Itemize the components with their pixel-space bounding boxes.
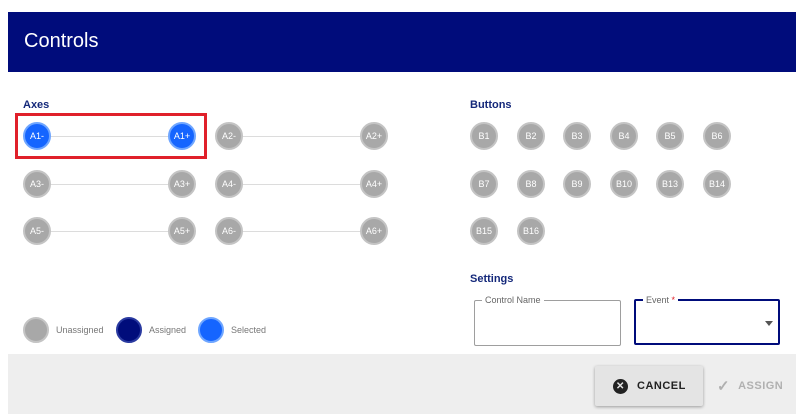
legend-selected-swatch — [198, 317, 224, 343]
axis-button-a4-plus[interactable]: A4+ — [360, 170, 388, 198]
button-b13[interactable]: B13 — [656, 170, 684, 198]
assign-button[interactable]: ✓ ASSIGN — [703, 366, 796, 406]
axis-button-a1-minus[interactable]: A1- — [23, 122, 51, 150]
axis-line-a5 — [50, 231, 172, 232]
axis-button-a2-minus[interactable]: A2- — [215, 122, 243, 150]
button-b5[interactable]: B5 — [656, 122, 684, 150]
button-b15[interactable]: B15 — [470, 217, 498, 245]
check-icon: ✓ — [717, 378, 731, 395]
assign-button-label: ASSIGN — [738, 380, 784, 392]
legend-unassigned-label: Unassigned — [56, 325, 104, 335]
dialog-header: Controls — [8, 12, 796, 72]
button-b1[interactable]: B1 — [470, 122, 498, 150]
axis-button-a5-minus[interactable]: A5- — [23, 217, 51, 245]
button-b8[interactable]: B8 — [517, 170, 545, 198]
axis-button-a6-minus[interactable]: A6- — [215, 217, 243, 245]
axis-line-a3 — [50, 184, 172, 185]
axis-button-a1-plus[interactable]: A1+ — [168, 122, 196, 150]
legend-unassigned-swatch — [23, 317, 49, 343]
event-required-mark: * — [671, 295, 676, 305]
button-b3[interactable]: B3 — [563, 122, 591, 150]
legend-assigned-swatch — [116, 317, 142, 343]
axis-line-a2 — [242, 136, 364, 137]
axis-line-a1 — [50, 136, 172, 137]
event-label: Event * — [643, 295, 679, 305]
axis-button-a2-plus[interactable]: A2+ — [360, 122, 388, 150]
axis-button-a3-minus[interactable]: A3- — [23, 170, 51, 198]
cancel-button[interactable]: ✕ CANCEL — [595, 366, 703, 406]
buttons-section-label: Buttons — [470, 99, 512, 111]
axes-section-label: Axes — [23, 99, 50, 111]
button-b4[interactable]: B4 — [610, 122, 638, 150]
axis-button-a5-plus[interactable]: A5+ — [168, 217, 196, 245]
dialog-title: Controls — [24, 30, 99, 52]
legend-selected-label: Selected — [231, 325, 267, 335]
control-name-label: Control Name — [482, 295, 544, 305]
event-label-text: Event — [646, 295, 670, 305]
event-select[interactable]: Event * — [634, 295, 780, 345]
chevron-down-icon — [765, 321, 773, 326]
button-b9[interactable]: B9 — [563, 170, 591, 198]
close-circle-icon: ✕ — [613, 378, 628, 394]
settings-section-label: Settings — [470, 273, 514, 285]
button-b14[interactable]: B14 — [703, 170, 731, 198]
legend-assigned-label: Assigned — [149, 325, 187, 335]
button-b6[interactable]: B6 — [703, 122, 731, 150]
axis-line-a4 — [242, 184, 364, 185]
axis-button-a6-plus[interactable]: A6+ — [360, 217, 388, 245]
axis-line-a6 — [242, 231, 364, 232]
button-b7[interactable]: B7 — [470, 170, 498, 198]
dialog-footer: ✕ CANCEL ✓ ASSIGN — [8, 354, 796, 414]
axis-button-a3-plus[interactable]: A3+ — [168, 170, 196, 198]
control-name-field[interactable]: Control Name — [474, 295, 621, 346]
button-b16[interactable]: B16 — [517, 217, 545, 245]
button-b2[interactable]: B2 — [517, 122, 545, 150]
button-b10[interactable]: B10 — [610, 170, 638, 198]
cancel-button-label: CANCEL — [637, 380, 686, 392]
axis-button-a4-minus[interactable]: A4- — [215, 170, 243, 198]
